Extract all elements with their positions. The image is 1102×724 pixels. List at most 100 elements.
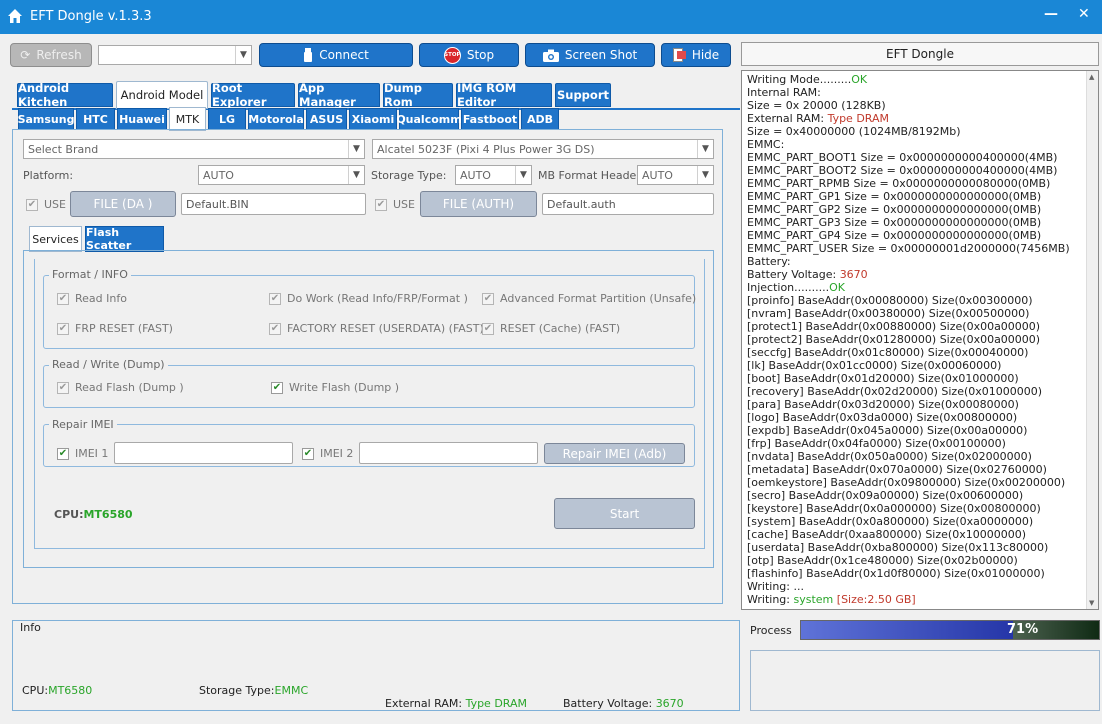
screenshot-button[interactable]: Screen Shot — [525, 43, 655, 67]
checkbox-checked-icon: ✔ — [57, 447, 69, 460]
factory-reset-checkbox[interactable]: ✔ FACTORY RESET (USERDATA) (FAST) — [269, 322, 484, 335]
log-line: [frp] BaseAddr(0x04fa0000) Size(0x001000… — [747, 437, 1006, 450]
chevron-down-icon: ▼ — [348, 166, 364, 184]
minimize-button[interactable]: — — [1044, 6, 1058, 22]
log-line: [para] BaseAddr(0x03d20000) Size(0x00080… — [747, 398, 1019, 411]
imei1-input[interactable] — [114, 442, 293, 464]
process-bar: 71% — [800, 620, 1100, 640]
tab-motorola[interactable]: Motorola — [248, 108, 304, 130]
log-line: EMMC_PART_GP1 Size = 0x0000000000000000(… — [747, 190, 1042, 203]
log-line: Internal RAM: — [747, 86, 821, 99]
log-line: [expdb] BaseAddr(0x045a0000) Size(0x00a0… — [747, 424, 1028, 437]
tab-dump-rom[interactable]: Dump Rom — [383, 81, 453, 109]
tab-mtk[interactable]: MTK — [169, 107, 206, 131]
tab-fastboot[interactable]: Fastboot — [461, 108, 519, 130]
use-auth-checkbox[interactable]: ✔ USE — [375, 198, 415, 211]
log-line: EMMC_PART_GP3 Size = 0x0000000000000000(… — [747, 216, 1042, 229]
log-line: EMMC_PART_RPMB Size = 0x0000000000080000… — [747, 177, 1051, 190]
chevron-down-icon: ▼ — [515, 166, 531, 184]
file-da-path[interactable]: Default.BIN — [181, 193, 366, 215]
read-flash-checkbox[interactable]: ✔ Read Flash (Dump ) — [57, 381, 184, 394]
model-select[interactable]: Alcatel 5023F (Pixi 4 Plus Power 3G DS) … — [372, 139, 714, 159]
tab-asus[interactable]: ASUS — [306, 108, 347, 130]
log-scrollbar[interactable]: ▲ ▼ — [1086, 71, 1098, 609]
log-line: EMMC_PART_GP4 Size = 0x0000000000000000(… — [747, 229, 1042, 242]
log-line: EMMC_PART_BOOT1 Size = 0x000000000040000… — [747, 151, 1058, 164]
info-title: Info — [20, 621, 41, 634]
imei2-input[interactable] — [359, 442, 538, 464]
window-title: EFT Dongle v.1.3.3 — [30, 9, 152, 24]
process-bar-fill — [801, 621, 1013, 639]
tab-flash-scatter[interactable]: Flash Scatter — [85, 226, 164, 252]
tab-xiaomi[interactable]: Xiaomi — [349, 108, 397, 130]
chevron-down-icon: ▼ — [348, 140, 364, 158]
reset-cache-checkbox[interactable]: ✔ RESET (Cache) (FAST) — [482, 322, 620, 335]
chevron-down-icon: ▼ — [697, 140, 713, 158]
side-title-button[interactable]: EFT Dongle — [741, 42, 1099, 66]
log-line: [secro] BaseAddr(0x09a00000) Size(0x0060… — [747, 489, 1024, 502]
tab-htc[interactable]: HTC — [76, 108, 115, 130]
log-line: [nvram] BaseAddr(0x00380000) Size(0x0050… — [747, 307, 1030, 320]
log-line: Size = 0x40000000 (1024MB/8192Mb) — [747, 125, 961, 138]
info-cpu: CPU:MT6580 — [22, 684, 93, 697]
imei1-checkbox[interactable]: ✔ IMEI 1 — [57, 447, 108, 460]
file-auth-path[interactable]: Default.auth — [542, 193, 714, 215]
stop-icon: STOP — [443, 46, 461, 64]
file-auth-button[interactable]: FILE (AUTH) — [420, 191, 537, 217]
title-bar: EFT Dongle v.1.3.3 — ✕ — [0, 0, 1102, 34]
chevron-down-icon: ▼ — [235, 46, 251, 64]
do-work-checkbox[interactable]: ✔ Do Work (Read Info/FRP/Format ) — [269, 292, 468, 305]
close-button[interactable]: ✕ — [1078, 6, 1090, 22]
tab-root-explorer[interactable]: Root Explorer — [211, 81, 295, 109]
camera-icon — [542, 49, 559, 62]
tab-services[interactable]: Services — [29, 226, 82, 252]
mb-format-select[interactable]: AUTO ▼ — [637, 165, 714, 185]
tab-app-manager[interactable]: App Manager — [298, 81, 380, 109]
device-select[interactable]: ▼ — [98, 45, 252, 65]
advanced-format-checkbox[interactable]: ✔ Advanced Format Partition (Unsafe) — [482, 292, 696, 305]
checkbox-icon: ✔ — [375, 198, 387, 211]
info-battery: Battery Voltage: 3670 — [563, 697, 684, 710]
file-da-button[interactable]: FILE (DA ) — [70, 191, 176, 217]
brand-select[interactable]: Select Brand ▼ — [23, 139, 365, 159]
log-line: [logo] BaseAddr(0x03da0000) Size(0x00800… — [747, 411, 1018, 424]
frp-reset-checkbox[interactable]: ✔ FRP RESET (FAST) — [57, 322, 173, 335]
log-line: EMMC_PART_USER Size = 0x00000001d2000000… — [747, 242, 1070, 255]
scroll-down-icon[interactable]: ▼ — [1089, 599, 1094, 607]
log-line: [userdata] BaseAddr(0xba800000) Size(0x1… — [747, 541, 1049, 554]
tab-huawei[interactable]: Huawei — [117, 108, 167, 130]
log-line: Writing: system [Size:2.50 GB] — [747, 593, 916, 606]
log-lines: Writing Mode.........OK Internal RAM: Size… — [747, 73, 1085, 606]
read-info-checkbox[interactable]: ✔ Read Info — [57, 292, 127, 305]
format-info-title: Format / INFO — [49, 268, 131, 281]
stop-button[interactable]: STOP Stop — [419, 43, 519, 67]
repair-imei-title: Repair IMEI — [49, 418, 117, 431]
checkbox-icon: ✔ — [57, 381, 69, 394]
log-line: [cache] BaseAddr(0xaa800000) Size(0x1000… — [747, 528, 1026, 541]
repair-imei-button[interactable]: Repair IMEI (Adb) — [544, 443, 685, 464]
use-da-checkbox[interactable]: ✔ USE — [26, 198, 66, 211]
start-button[interactable]: Start — [554, 498, 695, 529]
tab-android-kitchen[interactable]: Android Kitchen — [17, 81, 113, 109]
log-line: [otp] BaseAddr(0x1ce480000) Size(0x02b00… — [747, 554, 1018, 567]
log-line: [proinfo] BaseAddr(0x00080000) Size(0x00… — [747, 294, 1033, 307]
scroll-up-icon[interactable]: ▲ — [1089, 73, 1094, 81]
tab-qualcomm[interactable]: Qualcomm — [396, 108, 462, 130]
tab-android-model[interactable]: Android Model — [116, 81, 208, 109]
tab-lg[interactable]: LG — [208, 108, 246, 130]
services-right-edge — [704, 259, 705, 549]
tab-adb[interactable]: ADB — [521, 108, 559, 130]
platform-select[interactable]: AUTO ▼ — [198, 165, 365, 185]
log-line: EMMC_PART_GP2 Size = 0x0000000000000000(… — [747, 203, 1042, 216]
hide-button[interactable]: Hide — [661, 43, 731, 67]
tab-img-rom-editor[interactable]: IMG ROM Editor — [456, 81, 552, 109]
checkbox-checked-icon: ✔ — [271, 381, 283, 394]
tab-samsung[interactable]: Samsung — [18, 108, 74, 130]
write-flash-checkbox[interactable]: ✔ Write Flash (Dump ) — [271, 381, 399, 394]
log-panel[interactable]: Writing Mode.........OK Internal RAM: Size… — [741, 70, 1099, 610]
refresh-button[interactable]: ⟳ Refresh — [10, 43, 92, 67]
connect-button[interactable]: Connect — [259, 43, 413, 67]
storage-type-select[interactable]: AUTO ▼ — [455, 165, 532, 185]
tab-support[interactable]: Support — [555, 83, 611, 107]
imei2-checkbox[interactable]: ✔ IMEI 2 — [302, 447, 353, 460]
